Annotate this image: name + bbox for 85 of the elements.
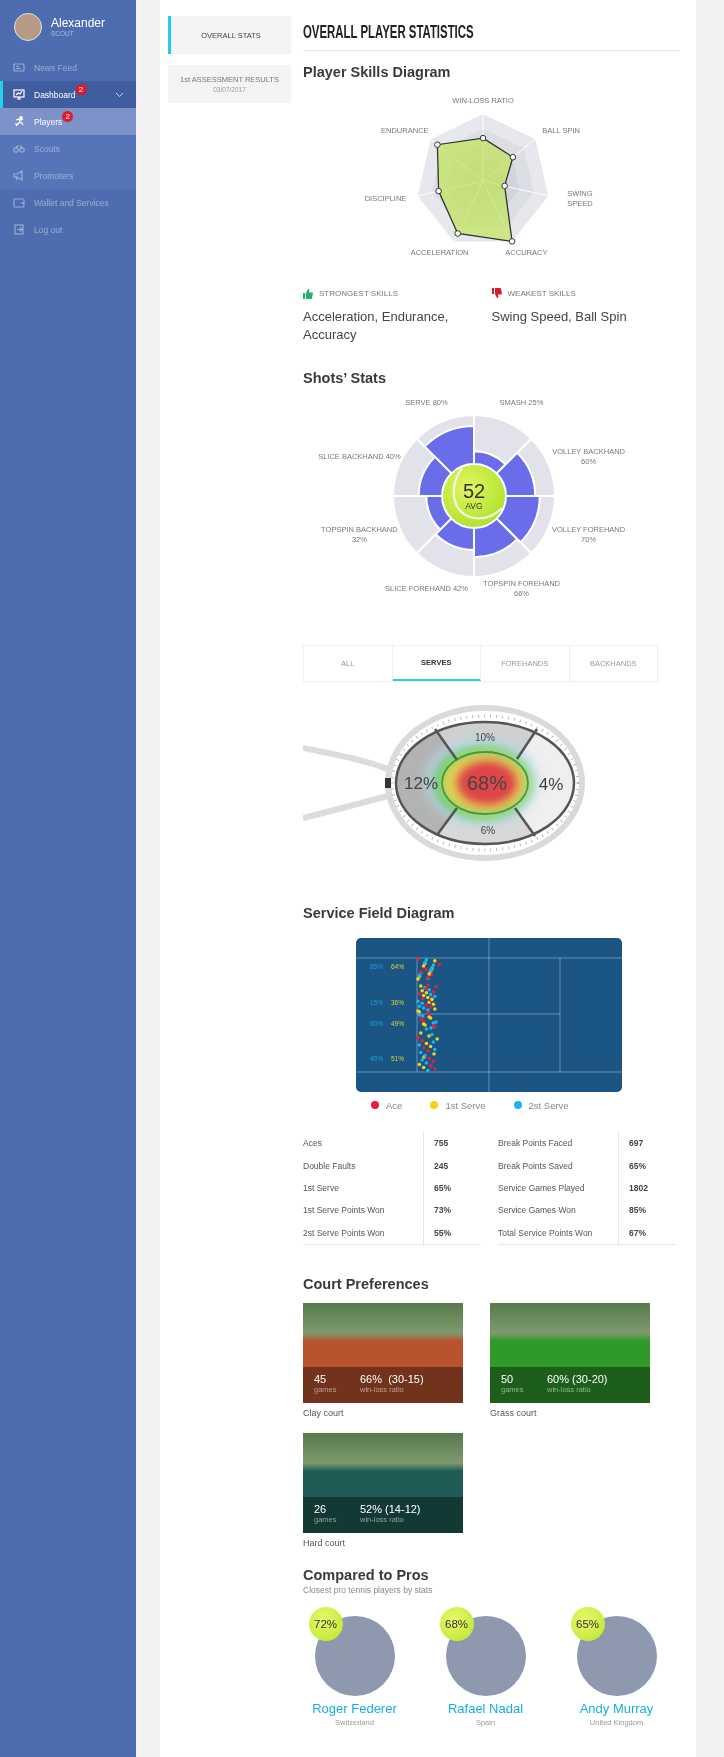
- stat-label: Service Games Played: [498, 1181, 586, 1195]
- data-point: [454, 230, 461, 237]
- stat-value: 67%: [618, 1221, 676, 1244]
- stat-value: 1802: [618, 1176, 676, 1200]
- court-name: Grass court: [490, 1406, 538, 1419]
- player-name-link[interactable]: Rafael Nadal: [447, 1700, 524, 1717]
- player-name-link[interactable]: Roger Federer: [312, 1700, 397, 1717]
- win-loss-value: 52% (14-12): [360, 1502, 421, 1515]
- sidebar-item[interactable]: Log out: [0, 216, 136, 243]
- thumbs-up-icon: [303, 287, 313, 299]
- average-value: 52: [462, 481, 486, 501]
- sidebar-item[interactable]: Scouts: [0, 135, 136, 162]
- stat-value: 697: [618, 1132, 676, 1155]
- zone-percentage: 12%: [404, 774, 438, 793]
- stat-value: 65%: [618, 1154, 676, 1177]
- sidebar-item[interactable]: Wallet and Services: [0, 189, 136, 216]
- newspaper-icon: [13, 62, 25, 73]
- stat-label: 1st Serve Points Won: [303, 1204, 386, 1218]
- stat-label: Break Points Saved: [498, 1159, 574, 1173]
- skills-list: Acceleration, Endurance, Accuracy: [303, 308, 468, 344]
- average-label: AVG: [464, 501, 484, 511]
- monitor-icon: [13, 89, 25, 100]
- sidebar-item[interactable]: Dashboard 2: [0, 81, 136, 108]
- section-title: Shots’ Stats: [303, 369, 387, 387]
- logout-icon: [13, 224, 25, 235]
- skills-list: Swing Speed, Ball Spin: [491, 308, 657, 326]
- notification-count: 2: [62, 111, 74, 122]
- match-percentage: 68%: [439, 1606, 474, 1641]
- data-point: [508, 238, 516, 245]
- page-title: OVERALL PLAYER STATISTICS: [303, 21, 474, 43]
- zone-percentage: 4%: [538, 775, 564, 794]
- games-count: 50: [501, 1372, 515, 1385]
- player-name-link[interactable]: Andy Murray: [579, 1700, 654, 1717]
- data-point: [435, 187, 442, 195]
- stat-value: 245: [423, 1154, 481, 1177]
- megaphone-icon: [13, 170, 25, 181]
- stat-value: 65%: [423, 1176, 481, 1200]
- binoculars-icon: [13, 143, 25, 154]
- win-loss-value: 66% (30-15): [360, 1372, 424, 1385]
- stat-label: Service Games Won: [498, 1204, 577, 1218]
- stat-label: 2st Serve Points Won: [303, 1226, 386, 1240]
- avatar-placeholder: [14, 13, 42, 41]
- stat-value: 73%: [423, 1199, 481, 1222]
- stat-label: 1st Serve: [303, 1181, 340, 1195]
- games-count: 45: [314, 1372, 328, 1385]
- data-point: [509, 153, 517, 161]
- match-percentage: 72%: [308, 1606, 343, 1641]
- stat-value: 55%: [423, 1221, 481, 1244]
- win-loss-value: 60% (30-20): [547, 1372, 608, 1385]
- chevron-icon[interactable]: [115, 92, 124, 98]
- section-title: Service Field Diagram: [303, 904, 456, 922]
- wallet-icon: [13, 197, 25, 208]
- stat-value: 85%: [618, 1199, 676, 1222]
- sidebar-item[interactable]: Promoters: [0, 162, 136, 189]
- games-count: 26: [314, 1502, 328, 1515]
- section-title: Compared to Pros: [303, 1565, 430, 1584]
- data-point: [434, 141, 441, 148]
- stat-label: Total Service Points Won: [498, 1226, 594, 1240]
- zone-percentage: 10%: [475, 732, 495, 743]
- court-name: Clay court: [303, 1406, 345, 1419]
- zone-percentage: 6%: [480, 825, 496, 836]
- thumbs-down-icon: [491, 287, 502, 299]
- legend-label: Ace: [386, 1099, 403, 1111]
- notification-count: 2: [75, 84, 87, 95]
- sidebar-item[interactable]: Players 2: [0, 108, 136, 135]
- zone-percentage: 68%: [467, 772, 507, 794]
- user-name: Alexander: [51, 16, 106, 30]
- legend-label: 1st Serve: [445, 1099, 486, 1111]
- skills-label: WEAKEST SKILLS: [507, 288, 576, 298]
- section-title: Player Skills Diagram: [303, 63, 452, 81]
- stat-label: Double Faults: [303, 1159, 357, 1173]
- legend-label: 2st Serve: [528, 1099, 569, 1111]
- stat-label: Aces: [303, 1137, 323, 1151]
- stat-value: 755: [423, 1132, 481, 1155]
- data-point: [501, 182, 508, 190]
- section-subtitle: Closest pro tennis players by stats: [303, 1583, 434, 1597]
- match-percentage: 65%: [570, 1606, 605, 1641]
- skills-label: STRONGEST SKILLS: [319, 288, 398, 298]
- runner-icon: [13, 116, 25, 127]
- sidebar-item[interactable]: News Feed: [0, 54, 136, 81]
- section-title: Court Preferences: [303, 1274, 430, 1293]
- court-name: Hard court: [303, 1536, 347, 1549]
- stat-label: Break Points Faced: [498, 1137, 574, 1151]
- tennis-ball-icon: [443, 465, 505, 527]
- data-point: [479, 134, 487, 142]
